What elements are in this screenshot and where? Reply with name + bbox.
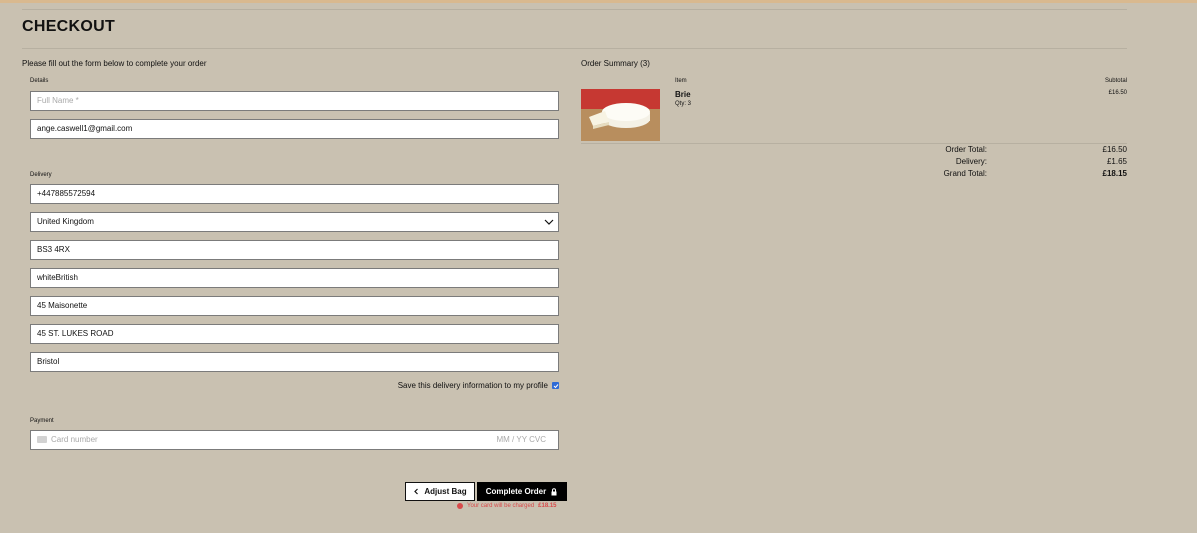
save-info-label: Save this delivery information to my pro…	[397, 381, 548, 390]
chevron-down-icon	[544, 219, 554, 225]
adjust-bag-button[interactable]: Adjust Bag	[405, 482, 475, 501]
complete-order-label: Complete Order	[485, 487, 547, 496]
save-info-checkbox[interactable]	[552, 382, 559, 389]
delivery-cost-value: £1.65	[1106, 157, 1127, 166]
street-address1-input[interactable]: 45 Maisonette	[30, 296, 559, 316]
country-select[interactable]: United Kingdom	[30, 212, 559, 232]
item-name: Brie	[675, 90, 691, 99]
chevron-left-icon	[414, 488, 419, 495]
page-title: CHECKOUT	[22, 18, 116, 35]
card-element[interactable]: Card number MM / YY CVC	[30, 430, 559, 450]
item-quantity: Qty: 3	[675, 101, 692, 107]
charge-warning: Your card will be charged £18.15	[457, 503, 557, 509]
email-input[interactable]: ange.caswell1@gmail.com	[30, 119, 559, 139]
delivery-label: Delivery	[30, 172, 52, 178]
street-address2-input[interactable]: 45 ST. LUKES ROAD	[30, 324, 559, 344]
postcode-input[interactable]: BS3 4RX	[30, 240, 559, 260]
adjust-bag-label: Adjust Bag	[424, 487, 467, 496]
credit-card-icon	[37, 436, 47, 444]
phone-input[interactable]: +447885572594	[30, 184, 559, 204]
title-divider	[22, 48, 1127, 49]
complete-order-button[interactable]: Complete Order	[477, 482, 567, 501]
summary-divider	[581, 143, 1127, 144]
delivery-cost-label: Delivery:	[955, 157, 987, 166]
grand-total-label: Grand Total:	[943, 169, 987, 178]
form-intro-text: Please fill out the form below to comple…	[22, 59, 207, 68]
card-number-placeholder: Card number	[51, 435, 98, 444]
full-name-input[interactable]: Full Name *	[30, 91, 559, 111]
top-accent-bar	[0, 0, 1197, 3]
subtotal-column-header: Subtotal	[1104, 78, 1127, 84]
item-column-header: Item	[675, 78, 687, 84]
town-or-city-input[interactable]: whiteBritish	[30, 268, 559, 288]
top-divider	[22, 9, 1127, 10]
order-total-label: Order Total:	[945, 145, 987, 154]
expiry-cvc-placeholder: MM / YY CVC	[496, 435, 547, 444]
check-icon	[553, 383, 558, 388]
brie-cheese-image	[581, 89, 660, 141]
lock-icon	[551, 487, 557, 495]
country-select-value: United Kingdom	[37, 217, 94, 226]
order-summary-title: Order Summary (3)	[581, 59, 650, 68]
order-total-value: £16.50	[1102, 145, 1127, 154]
save-info-row: Save this delivery information to my pro…	[398, 381, 559, 390]
payment-label: Payment	[30, 418, 54, 424]
details-label: Details	[30, 78, 49, 84]
charge-warning-text: Your card will be charged	[467, 503, 535, 509]
alert-icon	[457, 503, 463, 509]
charge-amount: £18.15	[538, 503, 557, 509]
grand-total-value: £18.15	[1102, 169, 1127, 178]
item-subtotal: £16.50	[1108, 90, 1127, 96]
county-input[interactable]: Bristol	[30, 352, 559, 372]
